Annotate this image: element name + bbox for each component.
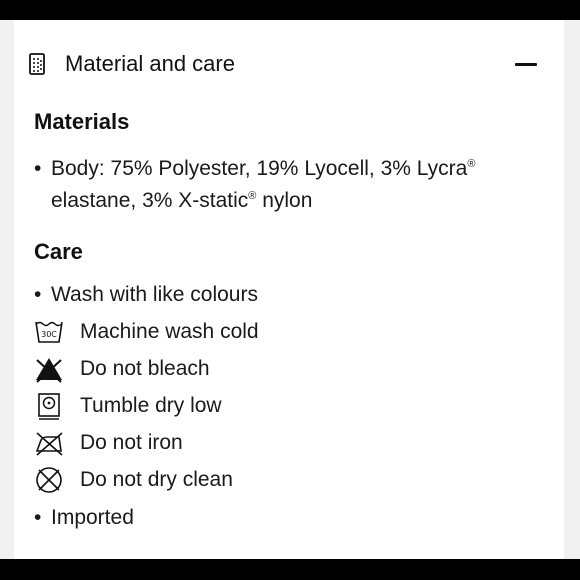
- care-item-machine-wash: 30C Machine wash cold: [34, 316, 534, 348]
- no-bleach-icon: [36, 358, 62, 383]
- materials-body-line-2: elastane, 3% X-static® nylon: [51, 189, 313, 212]
- materials-heading: Materials: [34, 109, 130, 134]
- accordion-header[interactable]: Material and care: [14, 20, 564, 100]
- care-imported: • Imported: [34, 502, 534, 534]
- wash-30c-icon: 30C: [35, 321, 63, 343]
- care-item-no-iron: Do not iron: [34, 427, 534, 459]
- care-item-no-bleach: Do not bleach: [34, 353, 534, 385]
- no-dry-clean-icon: [36, 467, 62, 493]
- bullet: •: [34, 157, 42, 180]
- bullet: •: [34, 283, 42, 306]
- care-heading: Care: [34, 239, 83, 264]
- accordion-title: Material and care: [65, 51, 235, 76]
- fabric-swatch-icon: [29, 53, 45, 75]
- care-item-no-dry-clean: Do not dry clean: [34, 464, 534, 496]
- care-wash-like-colours: • Wash with like colours: [34, 279, 534, 311]
- no-iron-icon: [35, 432, 63, 456]
- material-care-panel: Material and care Materials • Body: 75% P…: [14, 20, 564, 559]
- minus-icon: [515, 63, 537, 66]
- svg-text:30C: 30C: [41, 330, 57, 339]
- care-item-tumble-dry: Tumble dry low: [34, 390, 534, 422]
- collapse-button[interactable]: [512, 52, 542, 76]
- bullet: •: [34, 506, 42, 529]
- tumble-dry-low-icon: [38, 393, 60, 420]
